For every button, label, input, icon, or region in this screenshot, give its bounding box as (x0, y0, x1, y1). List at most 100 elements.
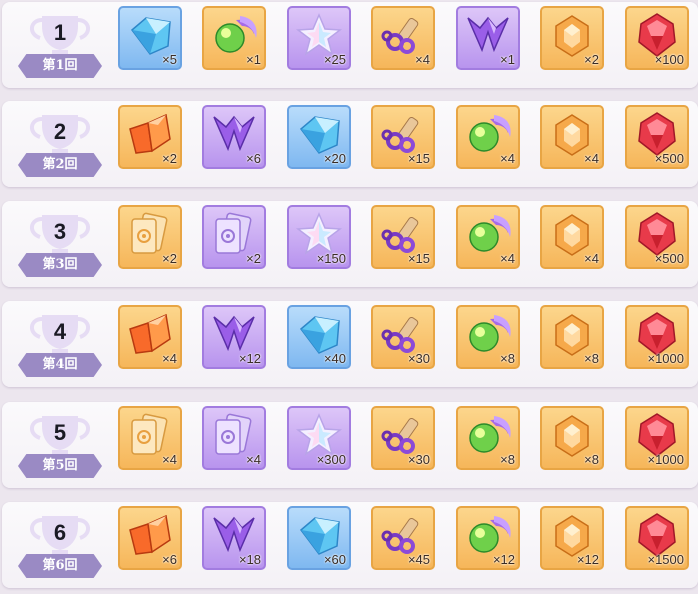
reward-item[interactable]: ×5 (118, 6, 182, 70)
reward-item[interactable]: ×8 (456, 305, 520, 369)
item-quantity: ×2 (162, 151, 177, 166)
rank-label: 第1回 (18, 54, 102, 78)
reward-item[interactable]: ×500 (625, 105, 689, 169)
rank-label: 第6回 (18, 554, 102, 578)
reward-item[interactable]: ×12 (540, 506, 604, 570)
reward-item[interactable]: ×4 (371, 6, 435, 70)
rank-number: 6 (53, 520, 67, 545)
item-quantity: ×8 (584, 351, 599, 366)
item-quantity: ×4 (500, 251, 515, 266)
reward-item[interactable]: ×2 (540, 6, 604, 70)
reward-item[interactable]: ×15 (371, 205, 435, 269)
item-quantity: ×60 (323, 552, 346, 567)
item-quantity: ×12 (576, 552, 599, 567)
reward-item[interactable]: ×30 (371, 305, 435, 369)
item-quantity: ×2 (162, 251, 177, 266)
reward-item[interactable]: ×20 (287, 105, 351, 169)
item-quantity: ×4 (584, 151, 599, 166)
reward-item[interactable]: ×2 (118, 105, 182, 169)
item-quantity: ×20 (323, 151, 346, 166)
reward-item[interactable]: ×12 (202, 305, 266, 369)
rank-label: 第5回 (18, 454, 102, 478)
item-quantity: ×8 (500, 351, 515, 366)
rank-number: 1 (53, 20, 67, 45)
rank-badge: 6 第6回 (16, 506, 104, 584)
item-quantity: ×6 (246, 151, 261, 166)
item-quantity: ×4 (162, 452, 177, 467)
reward-item[interactable]: ×300 (287, 406, 351, 470)
item-quantity: ×12 (238, 351, 261, 366)
rank-number: 3 (53, 219, 67, 244)
item-quantity: ×2 (246, 251, 261, 266)
reward-item[interactable]: ×25 (287, 6, 351, 70)
reward-row: 4 第4回 ×4 ×12 ×40 ×30 ×8 ×8 ×1000 (2, 301, 698, 387)
item-quantity: ×4 (415, 52, 430, 67)
item-quantity: ×18 (238, 552, 261, 567)
item-quantity: ×4 (162, 351, 177, 366)
reward-item[interactable]: ×4 (540, 205, 604, 269)
item-quantity: ×1000 (647, 351, 684, 366)
item-quantity: ×4 (500, 151, 515, 166)
item-quantity: ×12 (492, 552, 515, 567)
item-quantity: ×5 (162, 52, 177, 67)
item-quantity: ×6 (162, 552, 177, 567)
reward-list: 1 第1回 ×5 ×1 ×25 ×4 ×1 ×2 ×100 2 第2回 ×2 ×6 ×20 ×15 ×4 ×4 ×… (0, 0, 698, 594)
rank-badge: 5 第5回 (16, 406, 104, 484)
reward-row: 2 第2回 ×2 ×6 ×20 ×15 ×4 ×4 ×500 (2, 101, 698, 187)
reward-row: 6 第6回 ×6 ×18 ×60 ×45 ×12 ×12 ×1500 (2, 502, 698, 588)
item-quantity: ×300 (316, 452, 346, 467)
reward-item[interactable]: ×15 (371, 105, 435, 169)
rank-label: 第2回 (18, 153, 102, 177)
item-quantity: ×25 (323, 52, 346, 67)
reward-item[interactable]: ×2 (118, 205, 182, 269)
reward-row: 5 第5回 ×4 ×4 ×300 ×30 ×8 ×8 ×1000 (2, 402, 698, 488)
reward-item[interactable]: ×4 (456, 205, 520, 269)
rank-badge: 3 第3回 (16, 205, 104, 283)
reward-item[interactable]: ×8 (540, 406, 604, 470)
reward-item[interactable]: ×4 (118, 305, 182, 369)
reward-item[interactable]: ×1000 (625, 406, 689, 470)
reward-item[interactable]: ×40 (287, 305, 351, 369)
reward-item[interactable]: ×8 (540, 305, 604, 369)
rank-label: 第3回 (18, 253, 102, 277)
item-quantity: ×15 (407, 251, 430, 266)
item-quantity: ×150 (316, 251, 346, 266)
reward-item[interactable]: ×8 (456, 406, 520, 470)
reward-item[interactable]: ×4 (118, 406, 182, 470)
item-quantity: ×8 (584, 452, 599, 467)
rank-badge: 2 第2回 (16, 105, 104, 183)
reward-item[interactable]: ×4 (202, 406, 266, 470)
reward-item[interactable]: ×4 (456, 105, 520, 169)
reward-item[interactable]: ×6 (202, 105, 266, 169)
item-quantity: ×500 (654, 251, 684, 266)
reward-item[interactable]: ×1 (202, 6, 266, 70)
reward-item[interactable]: ×18 (202, 506, 266, 570)
reward-item[interactable]: ×6 (118, 506, 182, 570)
item-quantity: ×45 (407, 552, 430, 567)
item-quantity: ×1 (246, 52, 261, 67)
reward-item[interactable]: ×1000 (625, 305, 689, 369)
item-quantity: ×4 (246, 452, 261, 467)
reward-item[interactable]: ×4 (540, 105, 604, 169)
item-quantity: ×4 (584, 251, 599, 266)
item-quantity: ×15 (407, 151, 430, 166)
reward-item[interactable]: ×2 (202, 205, 266, 269)
reward-row: 1 第1回 ×5 ×1 ×25 ×4 ×1 ×2 ×100 (2, 2, 698, 88)
reward-item[interactable]: ×12 (456, 506, 520, 570)
reward-item[interactable]: ×45 (371, 506, 435, 570)
rank-badge: 4 第4回 (16, 305, 104, 383)
reward-item[interactable]: ×100 (625, 6, 689, 70)
reward-item[interactable]: ×1 (456, 6, 520, 70)
reward-item[interactable]: ×150 (287, 205, 351, 269)
rank-number: 2 (53, 119, 67, 144)
reward-item[interactable]: ×60 (287, 506, 351, 570)
item-quantity: ×2 (584, 52, 599, 67)
item-quantity: ×500 (654, 151, 684, 166)
reward-row: 3 第3回 ×2 ×2 ×150 ×15 ×4 ×4 ×500 (2, 201, 698, 287)
reward-item[interactable]: ×1500 (625, 506, 689, 570)
item-quantity: ×1000 (647, 452, 684, 467)
item-quantity: ×40 (323, 351, 346, 366)
reward-item[interactable]: ×500 (625, 205, 689, 269)
rank-number: 5 (53, 420, 67, 445)
reward-item[interactable]: ×30 (371, 406, 435, 470)
